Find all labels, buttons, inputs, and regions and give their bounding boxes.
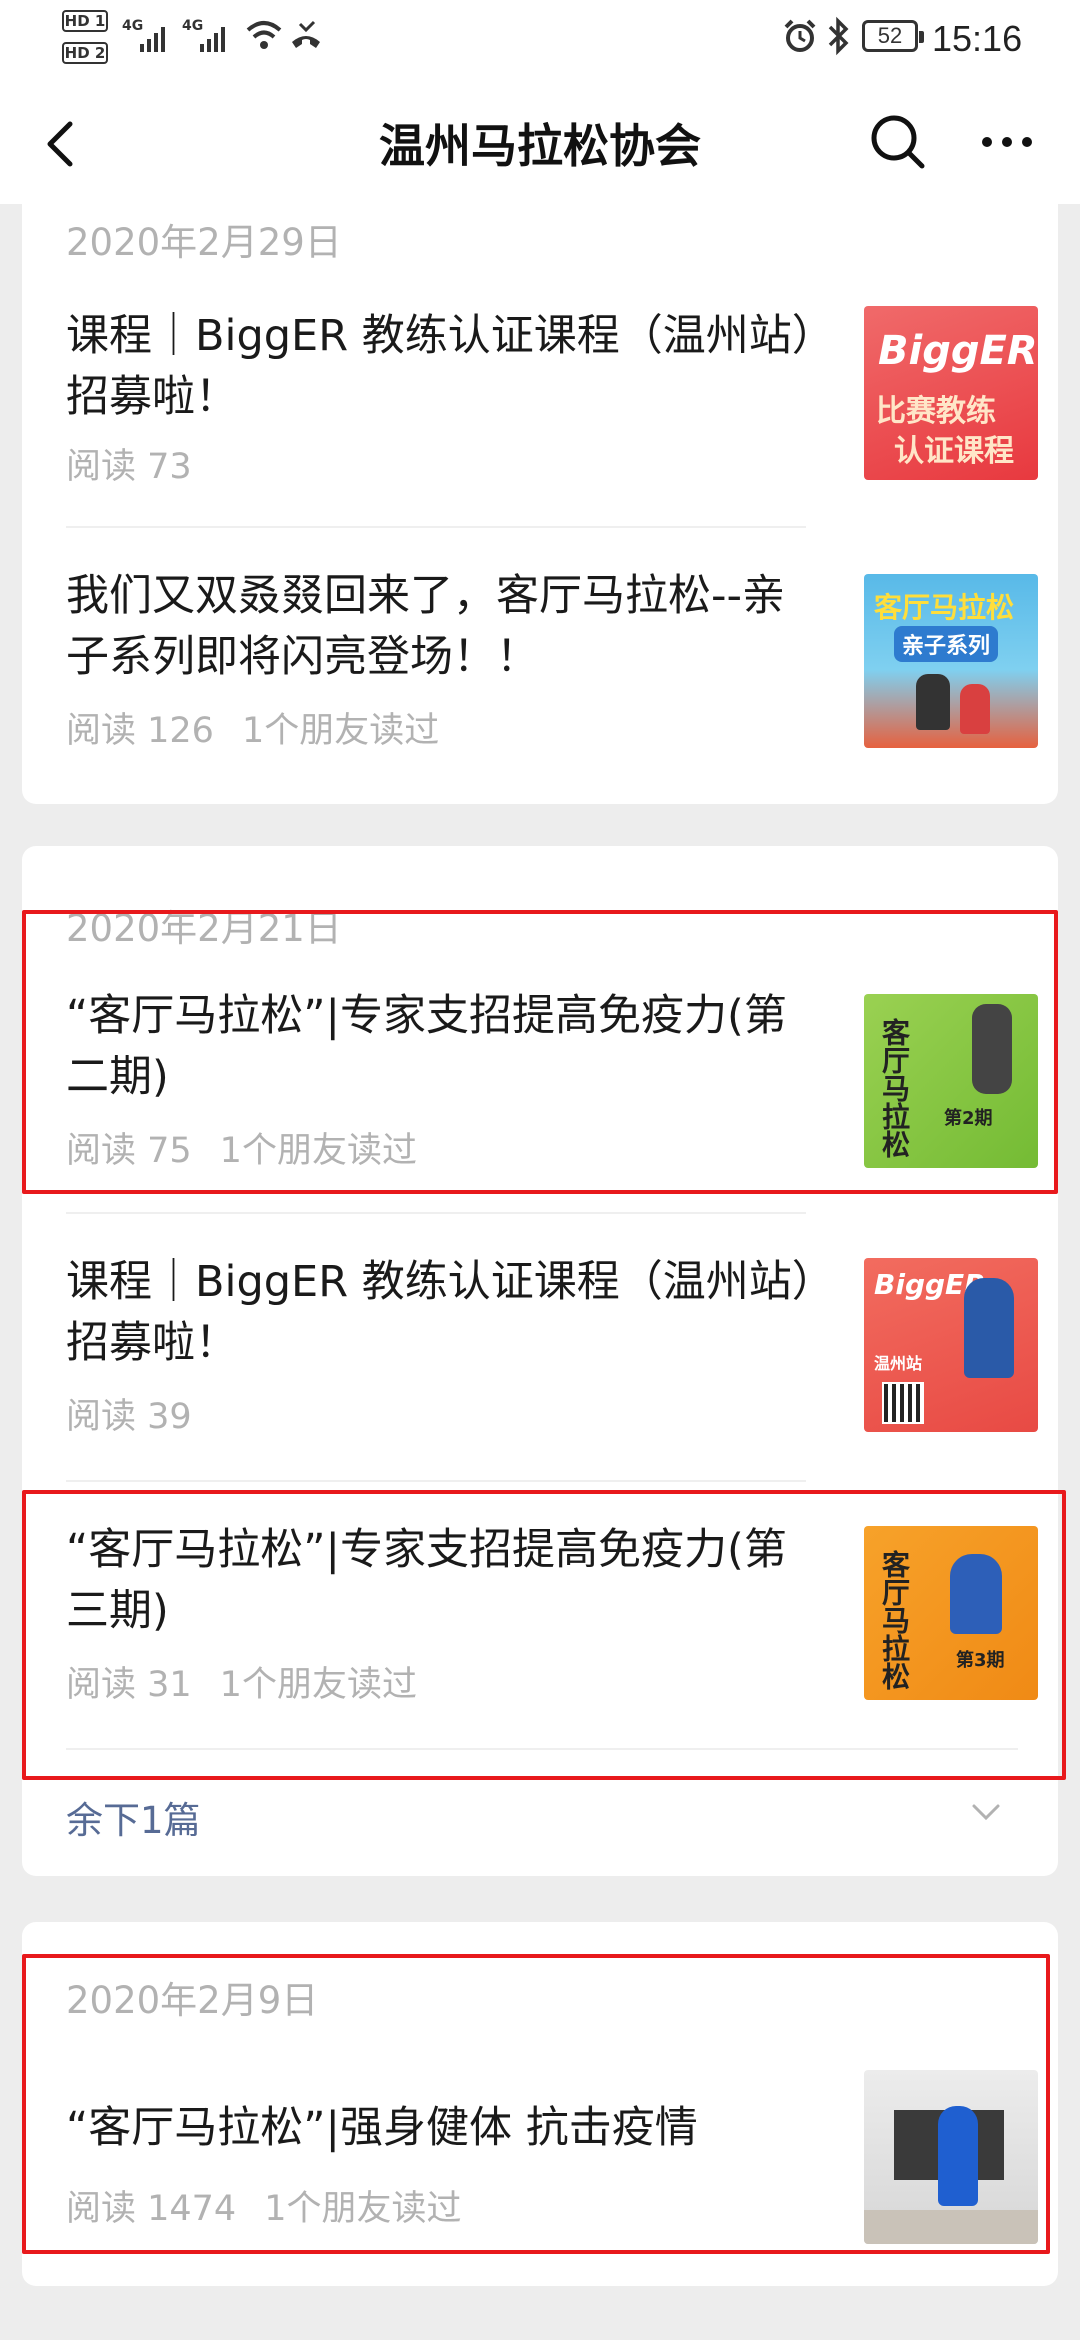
thumb-text: 认证课程 (894, 434, 1014, 469)
friends-read: 1个朋友读过 (219, 1131, 417, 1171)
article-thumbnail: BiggER 温州站 (864, 1258, 1038, 1432)
read-count: 阅读 39 (66, 1397, 192, 1437)
article-title: “客厅马拉松”|专家支招提高免疫力(第二期) (66, 991, 787, 1102)
thumb-text: 温州站 (874, 1354, 923, 1373)
article-item[interactable]: 课程｜BiggER 教练认证课程（温州站）招募啦！ 阅读 73 BiggER 比… (66, 300, 1038, 487)
group-date: 2020年2月9日 (66, 1979, 319, 2022)
friends-read: 1个朋友读过 (241, 711, 440, 751)
alarm-icon (784, 19, 816, 52)
article-item[interactable]: 课程｜BiggER 教练认证课程（温州站）招募啦！ 阅读 39 BiggER 温… (66, 1252, 1038, 1437)
thumb-text: 客厅马拉松 (878, 1018, 911, 1158)
article-thumbnail: 客厅马拉松 第3期 (864, 1526, 1038, 1700)
thumb-text: BiggER (878, 328, 1038, 374)
article-title: “客厅马拉松”|强身健体 抗击疫情 (66, 2103, 698, 2153)
qr-code (882, 1382, 924, 1424)
group-date: 2020年2月29日 (66, 221, 342, 264)
article-item[interactable]: “客厅马拉松”|专家支招提高免疫力(第三期) 阅读 31 1个朋友读过 客厅马拉松… (66, 1520, 1038, 1705)
hd2-indicator: HD 2 (62, 42, 108, 64)
call-icon (292, 20, 320, 48)
article-group: 2020年2月21日 “客厅马拉松”|专家支招提高免疫力(第二期) 阅读 75 1… (22, 846, 1058, 1876)
article-meta: 阅读 126 1个朋友读过 (66, 702, 467, 753)
article-thumbnail: 客厅马拉松 第2期 (864, 994, 1038, 1168)
signal-icon (140, 26, 165, 52)
article-item[interactable]: “客厅马拉松”|强身健体 抗击疫情 阅读 1474 1个朋友读过 (66, 2062, 1038, 2244)
thumb-text: 客厅马拉松 (878, 1550, 911, 1690)
article-meta: 阅读 73 (66, 438, 220, 489)
battery-icon: 52 (862, 20, 924, 52)
more-dots-icon[interactable] (975, 110, 1039, 174)
divider (66, 1480, 806, 1482)
divider (66, 1212, 806, 1214)
article-item[interactable]: “客厅马拉松”|专家支招提高免疫力(第二期) 阅读 75 1个朋友读过 客厅马拉松… (66, 986, 1038, 1171)
read-count: 阅读 31 (66, 1665, 192, 1705)
nav-bar: 温州马拉松协会 (0, 80, 1080, 204)
article-title: 课程｜BiggER 教练认证课程（温州站）招募啦！ (66, 1257, 814, 1368)
article-group: 2020年2月9日 “客厅马拉松”|强身健体 抗击疫情 阅读 1474 1个朋友读… (22, 1922, 1058, 2286)
article-thumbnail: 客厅马拉松 亲子系列 (864, 574, 1038, 748)
thumb-text: 比赛教练 (876, 394, 996, 429)
thumb-text: 第3期 (956, 1650, 1005, 1671)
article-group: 2020年2月29日 课程｜BiggER 教练认证课程（温州站）招募啦！ 阅读 … (22, 204, 1058, 804)
more-articles-link[interactable]: 余下1篇 (66, 1790, 201, 1844)
article-meta: 阅读 1474 1个朋友读过 (66, 2180, 489, 2231)
chevron-down-icon[interactable] (966, 1792, 1006, 1832)
article-meta: 阅读 39 (66, 1388, 220, 1439)
article-thumbnail (864, 2070, 1038, 2244)
status-bar: HD 1 HD 2 4G 4G 52 15:16 (0, 0, 1080, 80)
thumb-text: 客厅马拉松 (874, 591, 1015, 624)
article-thumbnail: BiggER 比赛教练 认证课程 (864, 306, 1038, 480)
article-meta: 阅读 31 1个朋友读过 (66, 1656, 445, 1707)
article-title: “客厅马拉松”|专家支招提高免疫力(第三期) (66, 1525, 787, 1636)
group-date: 2020年2月21日 (66, 907, 342, 950)
signal-icon (200, 26, 225, 52)
article-item[interactable]: 我们又双叒叕回来了，客厅马拉松--亲子系列即将闪亮登场！！ 阅读 126 1个朋友… (66, 566, 1038, 751)
clock: 15:16 (932, 18, 1023, 59)
friends-read: 1个朋友读过 (264, 2189, 462, 2229)
read-count: 阅读 73 (66, 447, 192, 487)
divider (66, 526, 806, 528)
read-count: 阅读 1474 (66, 2189, 237, 2229)
article-meta: 阅读 75 1个朋友读过 (66, 1122, 445, 1173)
read-count: 阅读 75 (66, 1131, 192, 1171)
read-count: 阅读 126 (66, 711, 214, 751)
article-title: 课程｜BiggER 教练认证课程（温州站）招募啦！ (66, 311, 814, 422)
friends-read: 1个朋友读过 (219, 1665, 417, 1705)
thumb-text: 第2期 (944, 1108, 993, 1129)
divider (66, 1748, 1018, 1750)
search-icon[interactable] (866, 110, 930, 174)
article-title: 我们又双叒叕回来了，客厅马拉松--亲子系列即将闪亮登场！！ (66, 571, 786, 682)
thumb-text: 亲子系列 (894, 626, 999, 662)
wifi-icon (246, 21, 282, 49)
hd1-indicator: HD 1 (62, 10, 108, 32)
bluetooth-icon (828, 16, 849, 56)
